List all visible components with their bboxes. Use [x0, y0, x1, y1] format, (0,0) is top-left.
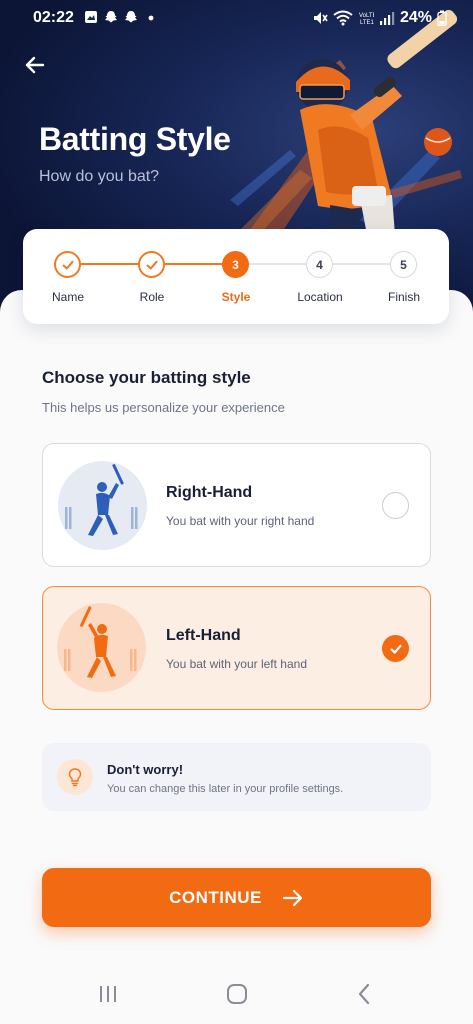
status-bar: 02:22 VoLTELTE1 24%	[0, 0, 473, 36]
step-location-circle: 4	[306, 251, 333, 278]
section-title: Choose your batting style	[42, 368, 251, 387]
status-time: 02:22	[33, 9, 74, 26]
svg-text:LTE1: LTE1	[360, 20, 374, 26]
page-subtitle: How do you bat?	[39, 168, 160, 185]
left-hand-title: Left-Hand	[166, 627, 241, 644]
signal-icon	[379, 12, 395, 25]
check-icon	[389, 644, 402, 654]
right-hand-radio[interactable]	[382, 492, 409, 519]
right-hand-option[interactable]: Right-Hand You bat with your right hand	[42, 443, 431, 567]
check-icon	[146, 260, 157, 269]
left-hand-radio[interactable]	[382, 635, 409, 662]
tip-text: You can change this later in your profil…	[107, 783, 344, 795]
arrow-right-icon	[282, 889, 302, 906]
back-nav-icon[interactable]	[350, 979, 380, 1009]
step-finish-circle: 5	[390, 251, 417, 278]
system-navigation-bar	[0, 965, 473, 1024]
svg-text:VoLTE: VoLTE	[359, 13, 374, 19]
left-hand-option[interactable]: Left-Hand You bat with your left hand	[42, 586, 431, 710]
back-arrow-icon[interactable]	[22, 52, 48, 78]
right-hand-title: Right-Hand	[166, 484, 253, 501]
info-tip-card: Don't worry! You can change this later i…	[42, 743, 431, 811]
tip-title: Don't worry!	[107, 762, 184, 777]
step-name-label: Name	[51, 290, 84, 304]
progress-stepper: 3 4 5 Name Role Style Location Finish	[23, 229, 449, 324]
volte-icon: VoLTELTE1	[359, 13, 374, 26]
gallery-icon	[85, 11, 97, 23]
recents-icon[interactable]	[93, 979, 123, 1009]
check-icon	[62, 260, 73, 269]
snapchat-icon	[105, 11, 117, 23]
step-style-circle: 3	[222, 251, 249, 278]
lightbulb-icon	[57, 759, 93, 795]
mute-icon	[313, 12, 328, 24]
continue-button[interactable]: CONTINUE	[42, 868, 431, 927]
battery-icon	[437, 10, 447, 26]
right-hand-batsman-icon	[65, 464, 138, 536]
step-finish-label: Finish	[387, 290, 420, 304]
step-role-label: Role	[139, 290, 165, 304]
right-hand-description: You bat with your right hand	[166, 514, 315, 528]
left-hand-description: You bat with your left hand	[166, 657, 307, 671]
battery-percent: 24%	[399, 9, 432, 26]
dot-icon	[148, 15, 154, 21]
left-hand-batsman-icon	[64, 606, 137, 678]
right-hand-avatar	[58, 461, 147, 550]
step-style-label: Style	[221, 290, 251, 304]
step-name-circle	[54, 251, 81, 278]
wifi-icon	[333, 10, 353, 26]
section-subtitle: This helps us personalize your experienc…	[42, 400, 285, 415]
left-hand-avatar	[57, 603, 146, 692]
step-location-label: Location	[297, 290, 343, 304]
snapchat-icon	[125, 11, 137, 23]
home-icon[interactable]	[222, 979, 252, 1009]
continue-button-label: CONTINUE	[169, 887, 262, 907]
page-title: Batting Style	[39, 121, 231, 157]
step-role-circle	[138, 251, 165, 278]
